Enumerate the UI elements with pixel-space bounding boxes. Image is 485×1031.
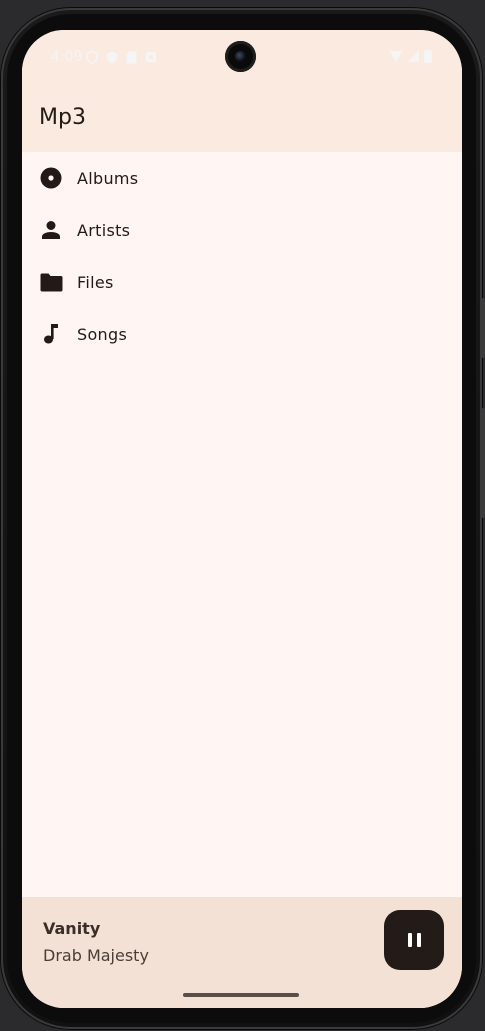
home-indicator[interactable] (183, 993, 299, 997)
app-bar: Mp3 (22, 84, 462, 152)
pause-button[interactable] (384, 910, 444, 970)
album-icon (39, 166, 63, 190)
menu-item-files[interactable]: Files (22, 256, 462, 308)
signal-icon (408, 51, 419, 62)
menu-item-label: Artists (77, 220, 131, 240)
notification-icon (146, 52, 156, 62)
track-artist: Drab Majesty (43, 946, 149, 965)
wifi-icon (389, 51, 403, 62)
battery-icon (424, 50, 432, 63)
shield-filled-icon (107, 51, 117, 64)
person-icon (39, 218, 63, 242)
status-icons-right (389, 50, 432, 63)
menu-list: Albums Artists Files Songs (22, 152, 462, 360)
front-camera (225, 41, 256, 72)
menu-item-label: Songs (77, 324, 128, 344)
now-playing-bar[interactable]: Vanity Drab Majesty (22, 897, 462, 1008)
app-title: Mp3 (39, 105, 86, 130)
menu-item-artists[interactable]: Artists (22, 204, 462, 256)
menu-item-label: Files (77, 272, 114, 292)
power-button (481, 408, 485, 518)
volume-button (481, 298, 485, 358)
folder-icon (39, 270, 63, 294)
shield-icon (86, 51, 98, 64)
screen: 4:09 Mp3 Albums Artists Files Songs Vani… (22, 30, 462, 1008)
sim-card-icon (126, 51, 137, 64)
status-time: 4:09 (51, 49, 83, 65)
pause-icon (407, 933, 421, 947)
menu-item-label: Albums (77, 168, 139, 188)
music-note-icon (39, 322, 63, 346)
status-icons-left (86, 51, 157, 64)
menu-item-songs[interactable]: Songs (22, 308, 462, 360)
menu-item-albums[interactable]: Albums (22, 152, 462, 204)
track-title: Vanity (43, 919, 101, 938)
status-bar: 4:09 (22, 30, 462, 84)
